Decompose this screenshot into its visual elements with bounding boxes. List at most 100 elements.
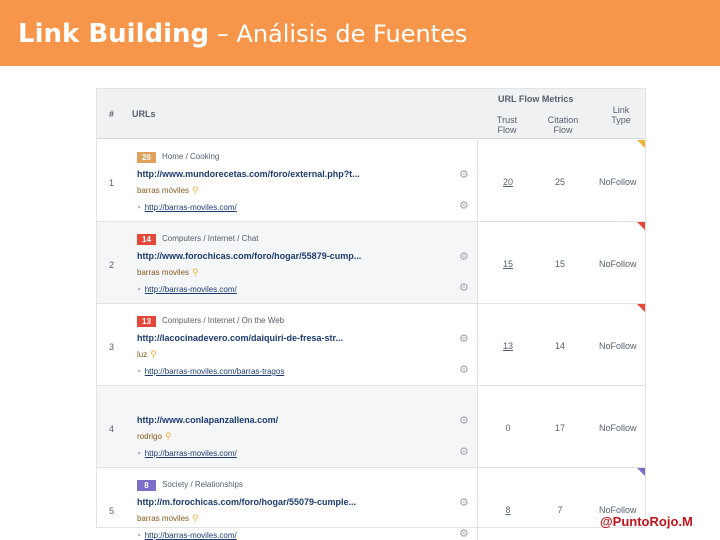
trust-flow-value[interactable]: 8 xyxy=(500,505,516,515)
source-url-link[interactable]: http://m.forochicas.com/foro/hogar/55079… xyxy=(137,497,402,507)
arrow-right-icon: ‣ xyxy=(137,367,142,376)
gear-icon[interactable]: ⚙ xyxy=(459,363,469,376)
link-type-value: NoFollow xyxy=(599,177,637,187)
key-icon: ⚲ xyxy=(192,185,199,195)
table-row: 4 http://www.conlapanzallena.com/rodrigo ⚲… xyxy=(97,386,645,468)
url-cell: 1 26 Home / Cooking http://www.mundorecetas… xyxy=(97,140,478,221)
trust-badge: 14 xyxy=(137,234,156,245)
anchor-label: barras moviles xyxy=(137,268,190,277)
topic-category: Computers / Internet / Chat xyxy=(162,234,259,243)
target-url: ‣ http://barras-moviles.com/ xyxy=(137,449,237,458)
target-url-link[interactable]: http://barras-moviles.com/ xyxy=(145,449,237,458)
slide-title: Link Building – Análisis de Fuentes xyxy=(18,18,467,50)
trust-flow-value[interactable]: 0 xyxy=(500,423,516,433)
topic-category: Computers / Internet / On the Web xyxy=(162,316,285,325)
metrics-cell: 0 17 NoFollow xyxy=(478,386,645,467)
link-type-value: NoFollow xyxy=(599,259,637,269)
url-cell: 3 13 Computers / Internet / On the Web http… xyxy=(97,304,478,385)
column-header-citation-flow[interactable]: Citation Flow xyxy=(543,115,583,135)
slide-title-main: Link Building xyxy=(18,19,210,49)
trust-flow-value[interactable]: 15 xyxy=(500,259,516,269)
citation-flow-value: 7 xyxy=(557,505,563,515)
anchor-text: luz ⚲ xyxy=(137,349,157,360)
gear-icon[interactable]: ⚙ xyxy=(459,445,469,458)
key-icon: ⚲ xyxy=(192,267,199,277)
source-url-link[interactable]: http://www.mundorecetas.com/foro/externa… xyxy=(137,169,402,179)
arrow-right-icon: ‣ xyxy=(137,531,142,540)
anchor-text: barras moviles ⚲ xyxy=(137,513,199,524)
table-row: 2 14 Computers / Internet / Chat http://www… xyxy=(97,222,645,304)
citation-flow-value: 15 xyxy=(554,259,565,269)
arrow-right-icon: ‣ xyxy=(137,285,142,294)
metrics-cell: 20 25 NoFollow xyxy=(478,140,645,221)
flag-corner-marker xyxy=(637,222,645,230)
topic-category: Home / Cooking xyxy=(162,152,220,161)
gear-icon[interactable]: ⚙ xyxy=(459,199,469,212)
flag-corner-marker xyxy=(637,304,645,312)
link-type-value: NoFollow xyxy=(599,423,637,433)
target-url: ‣ http://barras-moviles.com/ xyxy=(137,203,237,212)
target-url-link[interactable]: http://barras-moviles.com/ xyxy=(145,203,237,212)
slide-title-sub: – Análisis de Fuentes xyxy=(209,20,468,48)
column-header-link-type[interactable]: Link Type xyxy=(606,105,636,125)
citation-flow-value: 14 xyxy=(554,341,565,351)
url-cell: 2 14 Computers / Internet / Chat http://www… xyxy=(97,222,478,303)
anchor-label: luz xyxy=(137,350,148,359)
metrics-cell: 13 14 NoFollow xyxy=(478,304,645,385)
target-url: ‣ http://barras-moviles.com/ xyxy=(137,531,237,540)
column-group-flow-metrics: URL Flow Metrics xyxy=(498,94,574,104)
target-url-link[interactable]: http://barras-moviles.com/ xyxy=(145,285,237,294)
gear-icon[interactable]: ⚙ xyxy=(459,332,469,345)
gear-icon[interactable]: ⚙ xyxy=(459,496,469,509)
column-header-trust-flow[interactable]: Trust Flow xyxy=(493,115,521,135)
trust-badge: 13 xyxy=(137,316,156,327)
column-header-urls[interactable]: URLs xyxy=(132,109,156,119)
gear-icon[interactable]: ⚙ xyxy=(459,414,469,427)
arrow-right-icon: ‣ xyxy=(137,203,142,212)
metrics-cell: 8 7 NoFollow xyxy=(478,468,645,540)
author-handle: @PuntoRojo.M xyxy=(600,514,693,529)
topic-category: Society / Relationships xyxy=(162,480,243,489)
gear-icon[interactable]: ⚙ xyxy=(459,250,469,263)
source-url-link[interactable]: http://lacocinadevero.com/daiquiri-de-fr… xyxy=(137,333,402,343)
trust-flow-value[interactable]: 13 xyxy=(500,341,516,351)
target-url: ‣ http://barras-moviles.com/barras-tragos xyxy=(137,367,284,376)
source-url-link[interactable]: http://www.forochicas.com/foro/hogar/558… xyxy=(137,251,402,261)
key-icon: ⚲ xyxy=(164,431,172,441)
flag-corner-marker xyxy=(637,468,645,476)
url-cell: 5 8 Society / Relationships http://m.foroch… xyxy=(97,468,478,540)
flag-corner-marker xyxy=(637,140,645,148)
trust-badge: 26 xyxy=(137,152,156,163)
table-row: 1 26 Home / Cooking http://www.mundorecetas… xyxy=(97,140,645,222)
key-icon: ⚲ xyxy=(192,513,199,523)
gear-icon[interactable]: ⚙ xyxy=(459,168,469,181)
source-url-link[interactable]: http://www.conlapanzallena.com/ xyxy=(137,415,402,425)
gear-icon[interactable]: ⚙ xyxy=(459,281,469,294)
target-url-link[interactable]: http://barras-moviles.com/ xyxy=(145,531,237,540)
trust-badge: 8 xyxy=(137,480,156,491)
anchor-text: barras móviles ⚲ xyxy=(137,185,199,196)
url-cell: 4 http://www.conlapanzallena.com/rodrigo ⚲… xyxy=(97,386,478,467)
row-number: 2 xyxy=(109,260,115,270)
row-number: 3 xyxy=(109,342,115,352)
row-number: 5 xyxy=(109,506,115,516)
target-url-link[interactable]: http://barras-moviles.com/barras-tragos xyxy=(145,367,285,376)
anchor-label: barras móviles xyxy=(137,186,190,195)
target-url: ‣ http://barras-moviles.com/ xyxy=(137,285,237,294)
gear-icon[interactable]: ⚙ xyxy=(459,527,469,540)
citation-flow-value: 25 xyxy=(554,177,565,187)
anchor-text: rodrigo ⚲ xyxy=(137,431,172,442)
table-header: # URLs URL Flow Metrics Trust Flow Citat… xyxy=(97,89,645,139)
citation-flow-value: 17 xyxy=(554,423,565,433)
trust-flow-value[interactable]: 20 xyxy=(500,177,516,187)
anchor-label: barras moviles xyxy=(137,514,190,523)
link-type-value: NoFollow xyxy=(599,341,637,351)
row-number: 4 xyxy=(109,424,115,434)
metrics-cell: 15 15 NoFollow xyxy=(478,222,645,303)
table-row: 5 8 Society / Relationships http://m.foroch… xyxy=(97,468,645,540)
key-icon: ⚲ xyxy=(150,349,157,359)
arrow-right-icon: ‣ xyxy=(137,449,142,458)
column-header-number[interactable]: # xyxy=(109,109,114,119)
slide-header: Link Building – Análisis de Fuentes xyxy=(0,0,720,66)
anchor-label: rodrigo xyxy=(137,432,162,441)
